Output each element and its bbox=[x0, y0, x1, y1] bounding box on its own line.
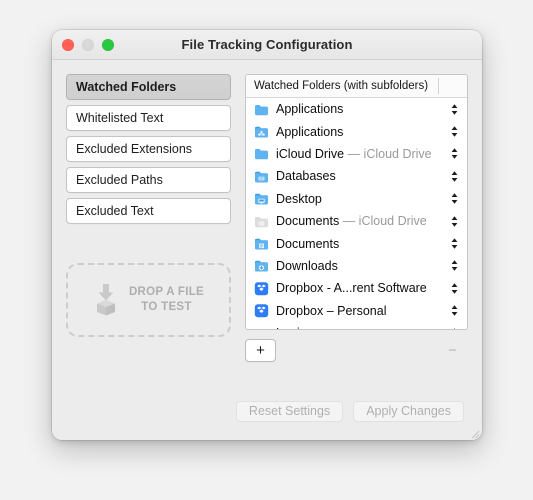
folder-generic-icon bbox=[254, 169, 269, 184]
sidebar: Watched Folders Whitelisted Text Exclude… bbox=[66, 74, 231, 386]
folder-path-label: Applications bbox=[276, 124, 344, 139]
sidebar-item-excluded-paths[interactable]: Excluded Paths bbox=[66, 167, 231, 193]
window-footer: Reset Settings Apply Changes bbox=[52, 386, 482, 440]
folder-path-label: Logic bbox=[276, 326, 445, 329]
up-down-chevron-icon[interactable] bbox=[449, 169, 460, 184]
table-row[interactable]: Dropbox – Personal bbox=[246, 300, 467, 322]
folder-path-label: Desktop bbox=[276, 191, 322, 206]
folder-path-label: Dropbox – Personal bbox=[276, 303, 387, 318]
apply-changes-button[interactable]: Apply Changes bbox=[353, 400, 464, 422]
table-body[interactable]: Applications Applications iCloud Drive —… bbox=[246, 98, 467, 329]
up-down-chevron-icon[interactable] bbox=[449, 281, 460, 296]
remove-folder-button[interactable]: − bbox=[437, 339, 468, 362]
folder-downloads-icon bbox=[254, 258, 269, 273]
folder-volume-suffix: — iCloud Drive bbox=[339, 214, 427, 229]
sidebar-item-whitelisted-text[interactable]: Whitelisted Text bbox=[66, 105, 231, 131]
folder-desktop-icon bbox=[254, 191, 269, 206]
sidebar-item-watched-folders[interactable]: Watched Folders bbox=[66, 74, 231, 100]
folder-path-label: Documents — iCloud Drive bbox=[276, 214, 427, 229]
table-row[interactable]: Applications bbox=[246, 98, 467, 120]
folder-apps-icon bbox=[254, 124, 269, 139]
up-down-chevron-icon[interactable] bbox=[449, 214, 460, 229]
table-row[interactable]: Applications bbox=[246, 120, 467, 142]
sidebar-item-label: Watched Folders bbox=[76, 80, 177, 94]
up-down-chevron-icon[interactable] bbox=[449, 124, 460, 139]
folder-path-label: Applications bbox=[276, 102, 344, 117]
download-to-box-icon bbox=[93, 283, 119, 317]
up-down-chevron-icon[interactable] bbox=[449, 236, 460, 251]
table-row[interactable]: Downloads bbox=[246, 255, 467, 277]
up-down-chevron-icon[interactable] bbox=[449, 326, 460, 329]
table-header-row: Watched Folders (with subfolders) bbox=[246, 75, 467, 98]
folder-path-label: Downloads bbox=[276, 258, 338, 273]
dropbox-icon bbox=[254, 281, 269, 296]
table-row[interactable]: iCloud Drive — iCloud Drive bbox=[246, 143, 467, 165]
drop-zone-line2: TO TEST bbox=[141, 301, 192, 313]
traffic-light-group bbox=[62, 30, 114, 59]
watched-folders-table: Watched Folders (with subfolders) Applic… bbox=[245, 74, 468, 330]
up-down-chevron-icon[interactable] bbox=[449, 191, 460, 206]
up-down-chevron-icon[interactable] bbox=[449, 303, 460, 318]
up-down-chevron-icon[interactable] bbox=[449, 146, 460, 161]
folder-path-label: Databases bbox=[276, 169, 336, 184]
sidebar-item-excluded-text[interactable]: Excluded Text bbox=[66, 198, 231, 224]
zoom-button-icon[interactable] bbox=[102, 38, 114, 51]
folder-path-label: iCloud Drive — iCloud Drive bbox=[276, 146, 432, 161]
table-row[interactable]: Desktop bbox=[246, 188, 467, 210]
folder-path-label: Dropbox - A...rent Software bbox=[276, 281, 427, 296]
drop-zone-text: DROP A FILE TO TEST bbox=[129, 285, 204, 315]
sidebar-item-label: Excluded Text bbox=[76, 204, 154, 218]
sidebar-item-excluded-extensions[interactable]: Excluded Extensions bbox=[66, 136, 231, 162]
window-titlebar: File Tracking Configuration bbox=[52, 30, 482, 60]
resize-grip[interactable] bbox=[468, 426, 480, 439]
folder-greyed-icon bbox=[254, 214, 269, 229]
table-row[interactable]: Logic bbox=[246, 322, 467, 329]
close-button-icon[interactable] bbox=[62, 38, 74, 51]
folder-plain-icon bbox=[254, 326, 269, 329]
up-down-chevron-icon[interactable] bbox=[449, 102, 460, 117]
folder-plain-icon bbox=[254, 102, 269, 117]
table-row[interactable]: Documents bbox=[246, 232, 467, 254]
folder-documents-icon bbox=[254, 236, 269, 251]
folder-volume-suffix: — iCloud Drive bbox=[344, 146, 432, 161]
table-row[interactable]: Documents — iCloud Drive bbox=[246, 210, 467, 232]
dropbox-icon bbox=[254, 303, 269, 318]
reset-settings-button[interactable]: Reset Settings bbox=[235, 400, 344, 422]
add-folder-button[interactable]: + bbox=[245, 338, 276, 362]
column-divider[interactable] bbox=[438, 78, 439, 94]
sidebar-item-label: Whitelisted Text bbox=[76, 111, 164, 125]
watched-folders-panel: Watched Folders (with subfolders) Applic… bbox=[245, 74, 468, 386]
sidebar-item-label: Excluded Paths bbox=[76, 173, 163, 187]
window-content: Watched Folders Whitelisted Text Exclude… bbox=[52, 60, 482, 386]
preferences-window: File Tracking Configuration Watched Fold… bbox=[52, 30, 482, 440]
folder-path-label: Documents bbox=[276, 236, 340, 251]
drop-zone-line1: DROP A FILE bbox=[128, 285, 205, 298]
minimize-button-icon[interactable] bbox=[82, 38, 94, 51]
table-row[interactable]: Databases bbox=[246, 165, 467, 187]
folder-plain-icon bbox=[254, 146, 269, 161]
drop-file-to-test-zone[interactable]: DROP A FILE TO TEST bbox=[66, 263, 231, 337]
table-row[interactable]: Dropbox - A...rent Software bbox=[246, 277, 467, 299]
list-controls: + − bbox=[245, 330, 468, 363]
up-down-chevron-icon[interactable] bbox=[449, 258, 460, 273]
table-column-header: Watched Folders (with subfolders) bbox=[254, 80, 429, 92]
window-title: File Tracking Configuration bbox=[181, 37, 353, 52]
sidebar-item-label: Excluded Extensions bbox=[76, 142, 193, 156]
